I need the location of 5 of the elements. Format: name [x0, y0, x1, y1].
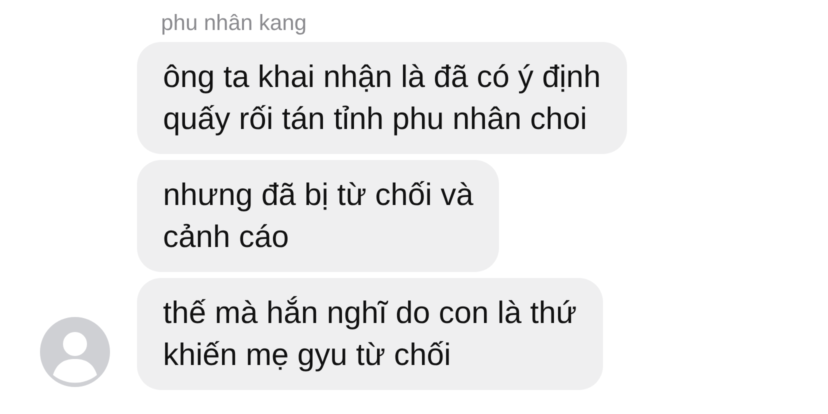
message-bubble: nhưng đã bị từ chối và cảnh cáo: [137, 160, 500, 272]
avatar-icon[interactable]: [40, 317, 110, 387]
message-bubble: ông ta khai nhận là đã có ý định quấy rối tán tỉnh phu nhân choi: [137, 42, 627, 154]
sender-name: phu nhân kang: [161, 9, 308, 37]
message-bubble: thế mà hắn nghĩ do con là thứ khiến mẹ gyu từ chối: [137, 278, 603, 390]
